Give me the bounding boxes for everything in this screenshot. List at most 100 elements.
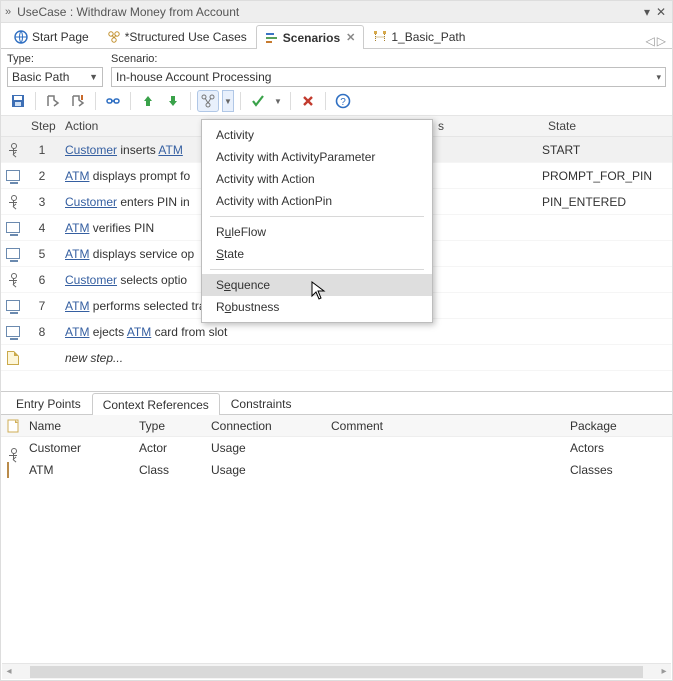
- col-comment[interactable]: Comment: [325, 419, 564, 433]
- tab-label: 1_Basic_Path: [391, 30, 465, 44]
- delete-button[interactable]: [297, 90, 319, 112]
- entity-link[interactable]: ATM: [158, 143, 182, 157]
- actor-icon: [7, 143, 19, 157]
- actor-icon: [7, 195, 19, 209]
- action-text: inserts: [117, 143, 158, 157]
- col-uses-partial[interactable]: s: [432, 119, 542, 133]
- type-label: Type:: [7, 53, 103, 65]
- step-action[interactable]: ATM ejects ATM card from slot: [59, 325, 432, 339]
- tab-scroll-left-icon[interactable]: ◁: [646, 34, 655, 48]
- horizontal-scrollbar[interactable]: ◂ ▸: [2, 663, 671, 679]
- new-step-placeholder: new step...: [59, 351, 432, 365]
- context-ref-row[interactable]: ATMClassUsageClasses: [1, 459, 672, 481]
- entity-link[interactable]: ATM: [65, 221, 89, 235]
- scroll-right-icon[interactable]: ▸: [657, 666, 671, 677]
- entity-link[interactable]: ATM: [65, 325, 89, 339]
- scroll-left-icon[interactable]: ◂: [2, 666, 16, 677]
- type-combo[interactable]: Basic Path ▼: [7, 67, 103, 87]
- tab-label: Start Page: [32, 30, 89, 44]
- expand-icon[interactable]: »: [5, 6, 11, 18]
- menu-item[interactable]: RuleFlow: [202, 221, 432, 243]
- screen-icon: [6, 248, 20, 259]
- link-button[interactable]: [102, 90, 124, 112]
- action-text: ejects: [89, 325, 126, 339]
- scenario-selector-row: Type: Basic Path ▼ Scenario: In-house Ac…: [1, 49, 672, 87]
- tab-scenarios[interactable]: Scenarios ✕: [256, 25, 365, 49]
- col-connection[interactable]: Connection: [205, 419, 325, 433]
- window-title: UseCase : Withdraw Money from Account: [17, 5, 640, 19]
- context-ref-row[interactable]: CustomerActorUsageActors: [1, 437, 672, 459]
- accept-dropdown[interactable]: ▼: [272, 97, 284, 106]
- step-number: 2: [25, 169, 59, 183]
- detail-tab[interactable]: Constraints: [220, 392, 303, 414]
- action-text: verifies PIN: [89, 221, 154, 235]
- blank-page-icon: [1, 419, 23, 433]
- actor-icon: [7, 273, 19, 287]
- usecase-scenario-editor: » UseCase : Withdraw Money from Account …: [0, 0, 673, 681]
- entity-link[interactable]: ATM: [127, 325, 151, 339]
- col-name[interactable]: Name: [23, 419, 133, 433]
- menu-item[interactable]: Sequence: [202, 274, 432, 296]
- step-number: 7: [25, 299, 59, 313]
- entity-link[interactable]: Customer: [65, 273, 117, 287]
- help-button[interactable]: ?: [332, 90, 354, 112]
- entity-link[interactable]: Customer: [65, 143, 117, 157]
- menu-item[interactable]: Activity with ActivityParameter: [202, 146, 432, 168]
- entity-link[interactable]: ATM: [65, 299, 89, 313]
- menu-item[interactable]: Robustness: [202, 296, 432, 318]
- menu-item[interactable]: State: [202, 243, 432, 265]
- detail-tab[interactable]: Context References: [92, 393, 220, 415]
- action-text: displays service op: [89, 247, 194, 261]
- sequence-icon: [373, 30, 387, 44]
- tab-structured-use-cases[interactable]: *Structured Use Cases: [98, 24, 256, 48]
- accept-button[interactable]: [247, 90, 269, 112]
- scroll-thumb[interactable]: [30, 666, 643, 678]
- ref-name: Customer: [23, 441, 133, 455]
- tab-start-page[interactable]: Start Page: [5, 24, 98, 48]
- screen-icon: [6, 300, 20, 311]
- generate-diagram-button[interactable]: [197, 90, 219, 112]
- diagram-icon: [107, 30, 121, 44]
- move-down-button[interactable]: [162, 90, 184, 112]
- ref-name: ATM: [23, 463, 133, 477]
- path-tool-1[interactable]: [42, 90, 64, 112]
- entity-link[interactable]: ATM: [65, 247, 89, 261]
- path-tool-2[interactable]: [67, 90, 89, 112]
- action-text: selects optio: [117, 273, 187, 287]
- scenario-toolbar: ▼ ▼ ?: [1, 87, 672, 115]
- save-button[interactable]: [7, 90, 29, 112]
- menu-item[interactable]: Activity with ActionPin: [202, 190, 432, 212]
- minimize-icon[interactable]: ▾: [640, 5, 654, 19]
- tab-close-icon[interactable]: ✕: [346, 31, 355, 44]
- move-up-button[interactable]: [137, 90, 159, 112]
- class-icon: [7, 462, 9, 478]
- detail-tab[interactable]: Entry Points: [5, 392, 92, 414]
- chevron-down-icon: ▾: [656, 72, 661, 83]
- screen-icon: [6, 326, 20, 337]
- col-package[interactable]: Package: [564, 419, 672, 433]
- close-icon[interactable]: ✕: [654, 5, 668, 19]
- action-text: card from slot: [151, 325, 227, 339]
- col-state[interactable]: State: [542, 119, 672, 133]
- ref-package: Classes: [564, 463, 672, 477]
- tab-scroll-right-icon[interactable]: ▷: [657, 34, 666, 48]
- screen-icon: [6, 170, 20, 181]
- document-tabs: Start Page *Structured Use Cases Scenari…: [1, 23, 672, 49]
- scenario-label: Scenario:: [111, 53, 666, 65]
- entity-link[interactable]: ATM: [65, 169, 89, 183]
- step-number: 5: [25, 247, 59, 261]
- new-step-row[interactable]: new step...: [1, 345, 672, 371]
- ref-connection: Usage: [205, 441, 325, 455]
- generate-diagram-dropdown[interactable]: ▼: [222, 90, 234, 112]
- generate-diagram-menu: ActivityActivity with ActivityParameterA…: [201, 119, 433, 323]
- ref-package: Actors: [564, 441, 672, 455]
- menu-item[interactable]: Activity: [202, 124, 432, 146]
- scenario-combo[interactable]: In-house Account Processing ▾: [111, 67, 666, 87]
- col-type[interactable]: Type: [133, 419, 205, 433]
- col-step[interactable]: Step: [25, 119, 59, 133]
- tab-basic-path[interactable]: 1_Basic_Path: [364, 24, 474, 48]
- entity-link[interactable]: Customer: [65, 195, 117, 209]
- globe-icon: [14, 30, 28, 44]
- titlebar: » UseCase : Withdraw Money from Account …: [1, 1, 672, 23]
- menu-item[interactable]: Activity with Action: [202, 168, 432, 190]
